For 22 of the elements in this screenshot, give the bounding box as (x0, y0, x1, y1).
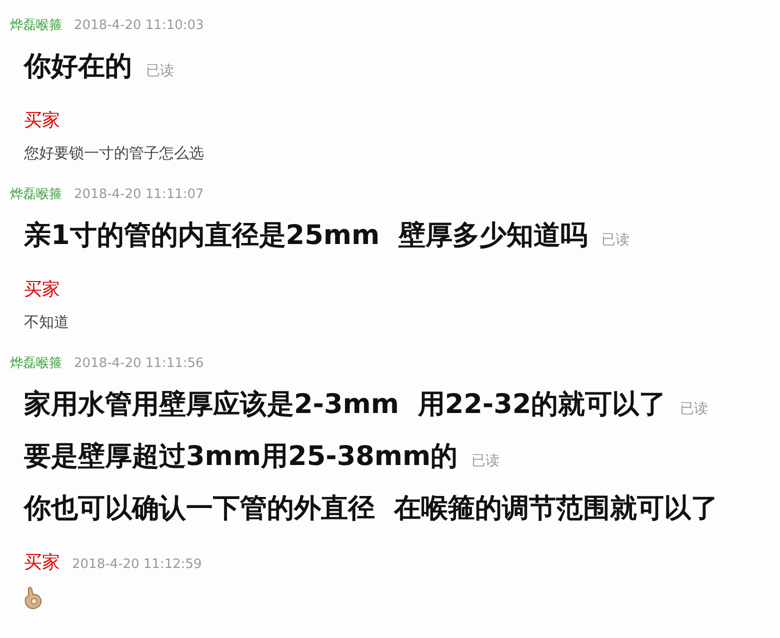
message-time: 2018-4-20 11:11:07 (74, 187, 204, 202)
message-text: 你好在的 (24, 50, 132, 84)
message-text: 你也可以确认一下管的外直径 在喉箍的调节范围就可以了 (24, 492, 718, 526)
message-text: 家用水管用壁厚应该是2-3mm 用22-32的就可以了 (24, 388, 666, 422)
sender-name: 买家 (24, 551, 60, 574)
read-status: 已读 (601, 231, 630, 249)
sender-name: 买家 (24, 109, 60, 132)
sender-name: 烨磊喉箍 (10, 355, 62, 372)
message-text: 要是壁厚超过3mm用25-38mm的 (24, 440, 458, 474)
message-time: 2018-4-20 11:12:59 (72, 557, 202, 572)
sender-name: 烨磊喉箍 (10, 186, 62, 203)
read-status: 已读 (472, 452, 500, 470)
read-status: 已读 (146, 62, 174, 80)
message-time: 2018-4-20 11:10:03 (74, 18, 204, 33)
sender-name: 买家 (24, 278, 60, 301)
message-text: 您好要锁一寸的管子怎么选 (24, 144, 204, 163)
message-text: 亲1寸的管的内直径是25mm 壁厚多少知道吗 (24, 219, 588, 253)
message-text: 不知道 (24, 313, 69, 332)
sender-name: 烨磊喉箍 (10, 17, 62, 34)
ok-hand-icon (24, 586, 44, 610)
message-time: 2018-4-20 11:11:56 (74, 356, 204, 371)
read-status: 已读 (680, 400, 708, 418)
